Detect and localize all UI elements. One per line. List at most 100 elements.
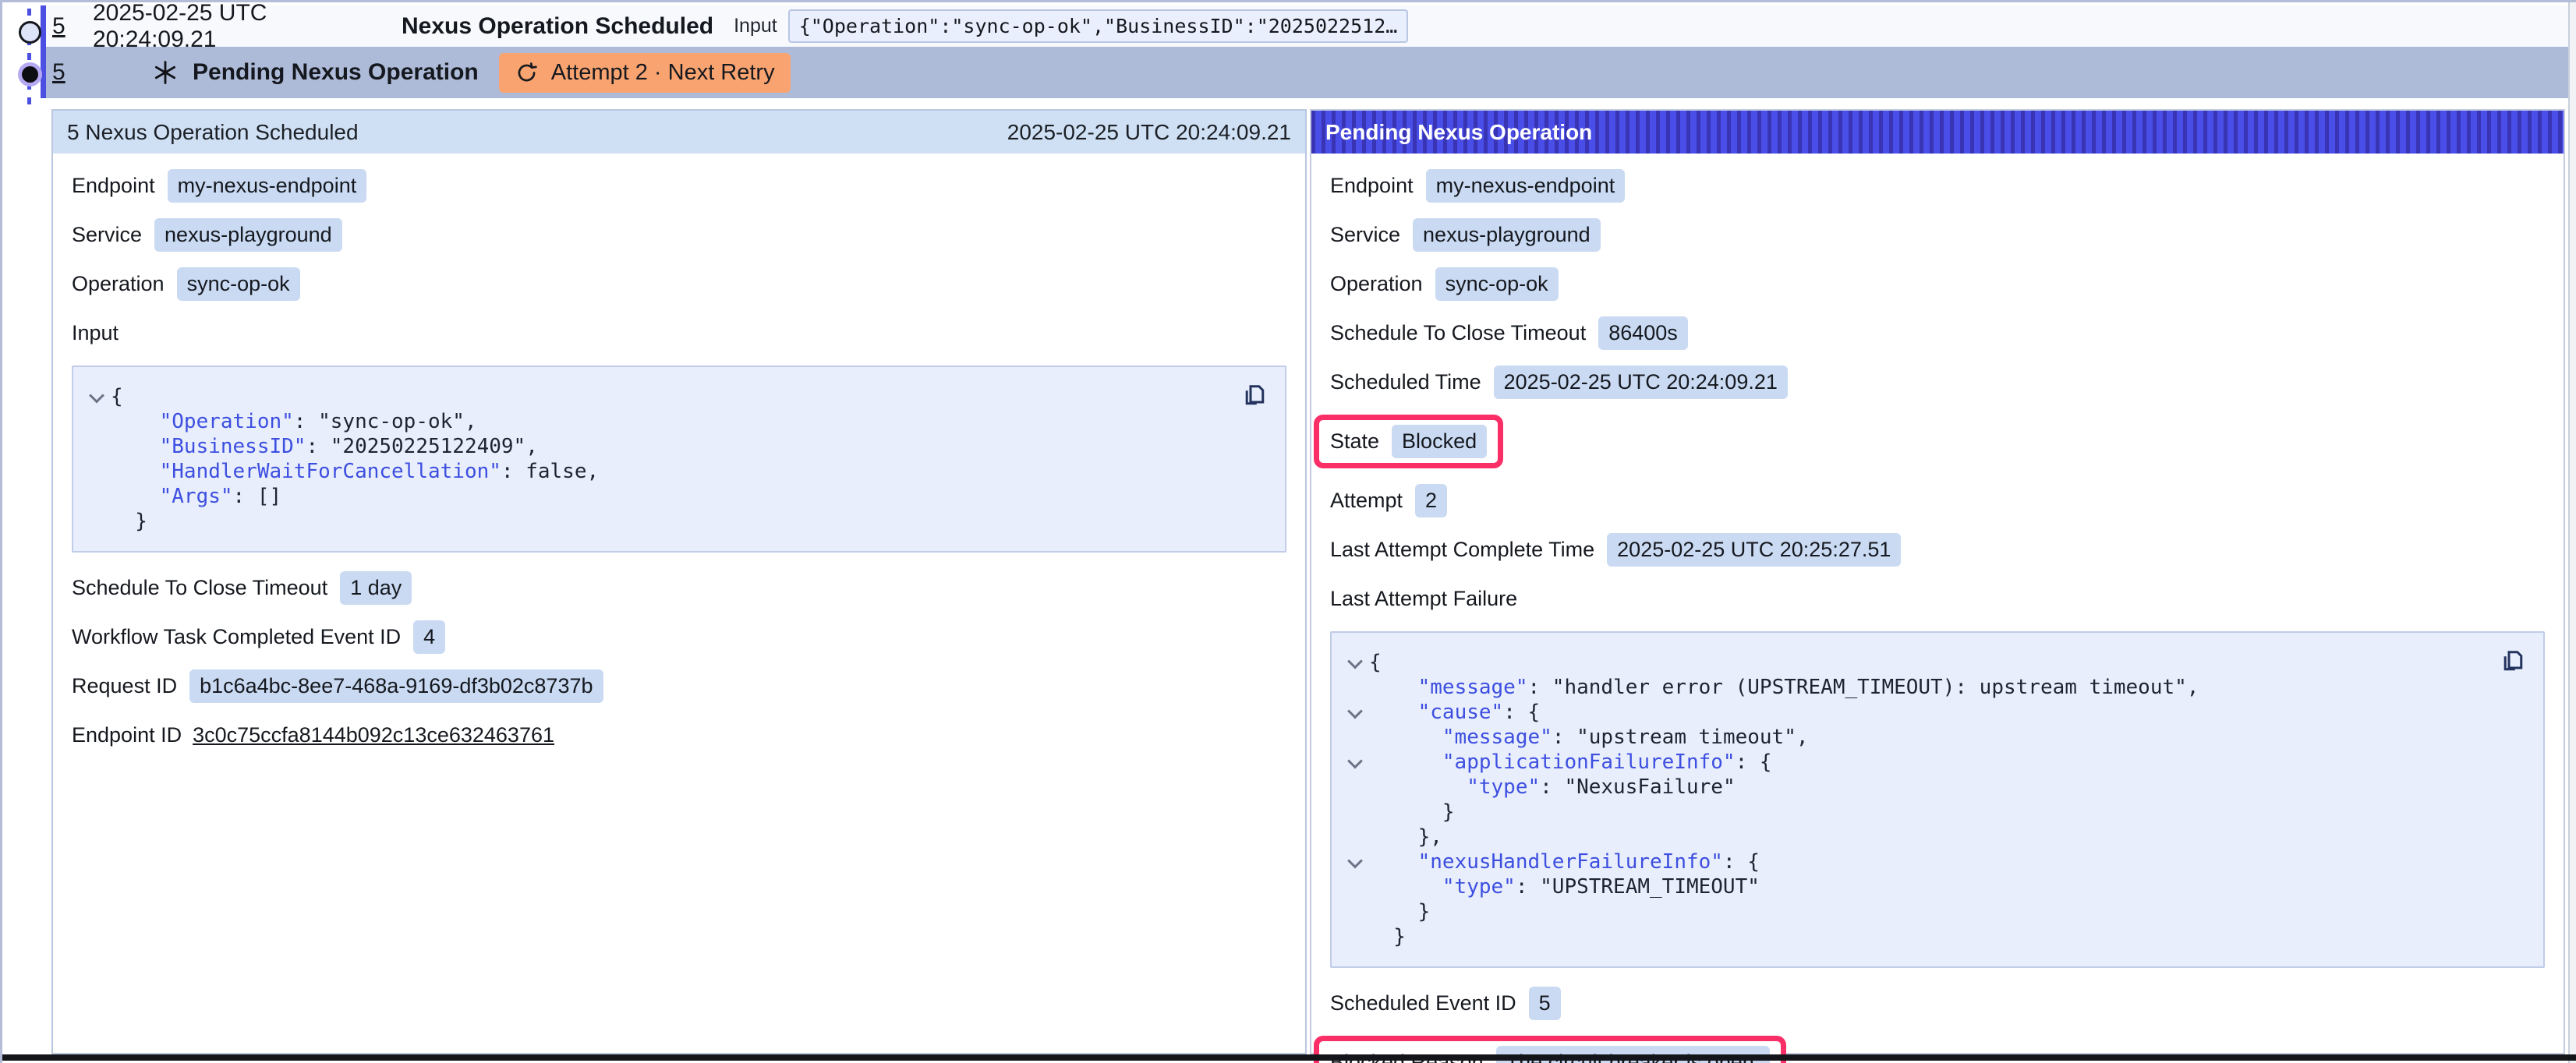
code-text: "Args": [] [111,484,281,509]
code-text: }, [1369,825,1442,849]
field-label: Input [72,321,119,345]
code-text: "cause": { [1369,700,1540,725]
code-text: } [1369,800,1455,825]
code-line: "applicationFailureInfo": { [1341,750,2489,775]
pending-operation-card: Pending Nexus Operation Endpointmy-nexus… [1310,109,2565,1054]
code-line: "cause": { [1341,700,2489,725]
event-input-preview-chip: {"Operation":"sync-op-ok","BusinessID":"… [788,9,1409,43]
field-value-badge: sync-op-ok [177,267,300,301]
copy-button[interactable] [1240,380,1271,412]
chevron-down-icon[interactable] [1341,849,1369,874]
field-value-badge: my-nexus-endpoint [168,169,367,203]
json-value: }, [1418,825,1442,849]
json-key: "message" [1442,726,1552,749]
field-row-operation: Operationsync-op-ok [72,267,1286,301]
code-line: "HandlerWaitForCancellation": false, [83,459,1230,484]
field-row-last-attempt-failure: Last Attempt Failure [1330,582,2545,616]
event-rows: 5 2025-02-25 UTC 20:24:09.21 Nexus Opera… [46,5,2570,98]
code-line: { [1341,650,2489,675]
event-node-open-circle-icon[interactable] [19,21,41,44]
code-text: { [111,384,123,409]
field-value-badge: 4 [413,620,445,654]
input-json-viewer: {"Operation": "sync-op-ok","BusinessID":… [72,366,1286,553]
event-detail-label: Input [734,15,777,37]
field-row-last-attempt-complete-time: Last Attempt Complete Time2025-02-25 UTC… [1330,533,2545,567]
json-key: "type" [1442,875,1516,899]
scheduled-event-card-header: 5 Nexus Operation Scheduled 2025-02-25 U… [53,111,1305,154]
code-line: "nexusHandlerFailureInfo": { [1341,849,2489,874]
json-value: : { [1723,850,1760,874]
code-text: "message": "handler error (UPSTREAM_TIME… [1369,675,2199,700]
field-label: Scheduled Event ID [1330,991,1516,1015]
field-label: Schedule To Close Timeout [1330,321,1586,345]
code-gutter [83,484,111,509]
field-value-badge: 2025-02-25 UTC 20:24:09.21 [1494,366,1788,399]
json-value: } [1393,925,1406,948]
chevron-down-icon[interactable] [83,384,111,409]
json-key: "cause" [1418,701,1504,724]
field-label: Schedule To Close Timeout [72,576,327,600]
chevron-down-icon[interactable] [1341,700,1369,725]
code-line: "Operation": "sync-op-ok", [83,409,1230,434]
code-line: } [1341,800,2489,825]
field-value-badge: 86400s [1598,316,1688,350]
asterisk-icon [152,59,179,86]
scrollbar-gutter[interactable] [2568,2,2576,1063]
field-row-workflow-task-completed-event-id: Workflow Task Completed Event ID4 [72,620,1286,654]
copy-button[interactable] [2498,645,2529,678]
field-value-badge: sync-op-ok [1435,267,1559,301]
field-row-request-id: Request IDb1c6a4bc-8ee7-468a-9169-df3b02… [72,669,1286,703]
field-row-endpoint: Endpointmy-nexus-endpoint [72,169,1286,203]
event-id-link[interactable]: 5 [52,13,83,40]
json-value: : "sync-op-ok", [294,410,477,433]
field-label: State [1330,429,1379,454]
json-value: : "NexusFailure" [1540,775,1735,799]
code-text: "Operation": "sync-op-ok", [111,409,477,434]
event-id-link[interactable]: 5 [52,59,83,86]
code-line: "message": "handler error (UPSTREAM_TIME… [1341,675,2489,700]
code-gutter [1341,775,1369,800]
json-value: : false, [501,460,599,483]
window-bottom-edge [2,1054,2576,1061]
json-value: : "handler error (UPSTREAM_TIMEOUT): ups… [1528,676,2199,699]
json-value: : [] [233,485,282,508]
field-value-badge: 1 day [340,571,412,605]
json-key: "applicationFailureInfo" [1442,750,1736,774]
chevron-down-icon[interactable] [1341,750,1369,775]
json-key: "BusinessID" [160,435,306,458]
attempt-retry-badge: Attempt 2 · Next Retry [499,53,791,93]
event-row-nexus-operation-scheduled[interactable]: 5 2025-02-25 UTC 20:24:09.21 Nexus Opera… [46,5,2570,47]
code-text: { [1369,650,1382,675]
json-value: { [111,385,123,408]
code-line: "Args": [] [83,484,1230,509]
field-value-badge: 5 [1529,987,1561,1020]
field-label: Service [1330,223,1400,247]
field-row-state: State Blocked [1330,415,2545,468]
event-time: 2025-02-25 UTC 20:24:09.21 [93,0,383,53]
json-value: } [1418,900,1431,924]
event-row-pending-nexus-operation[interactable]: 5 Pending Nexus Operation Attempt 2 [46,47,2570,98]
pending-operation-card-header: Pending Nexus Operation [1311,111,2564,154]
event-node-current-dot-icon[interactable] [22,66,38,83]
json-key: "HandlerWaitForCancellation" [160,460,501,483]
field-row-attempt: Attempt2 [1330,484,2545,517]
json-value: } [135,510,147,533]
json-value: : "upstream timeout", [1552,726,1809,749]
code-gutter [83,409,111,434]
pending-operation-title: Pending Nexus Operation [193,59,479,86]
code-line: "type": "UPSTREAM_TIMEOUT" [1341,874,2489,899]
field-label: Last Attempt Failure [1330,587,1517,611]
field-value-link[interactable]: 3c0c75ccfa8144b092c13ce632463761 [193,723,554,747]
chevron-down-icon[interactable] [1341,650,1369,675]
json-key: "type" [1467,775,1540,799]
code-gutter [1341,725,1369,750]
field-row-schedule-to-close-timeout: Schedule To Close Timeout 86400s [1330,316,2545,350]
code-text: } [1369,899,1430,924]
card-title: 5 Nexus Operation Scheduled [67,120,359,145]
code-text: "applicationFailureInfo": { [1369,750,1772,775]
json-key: "Args" [160,485,233,508]
json-value: : { [1736,750,1772,774]
field-value-badge: my-nexus-endpoint [1426,169,1626,203]
code-text: "type": "NexusFailure" [1369,775,1736,800]
field-value-badge: Blocked [1392,425,1487,458]
